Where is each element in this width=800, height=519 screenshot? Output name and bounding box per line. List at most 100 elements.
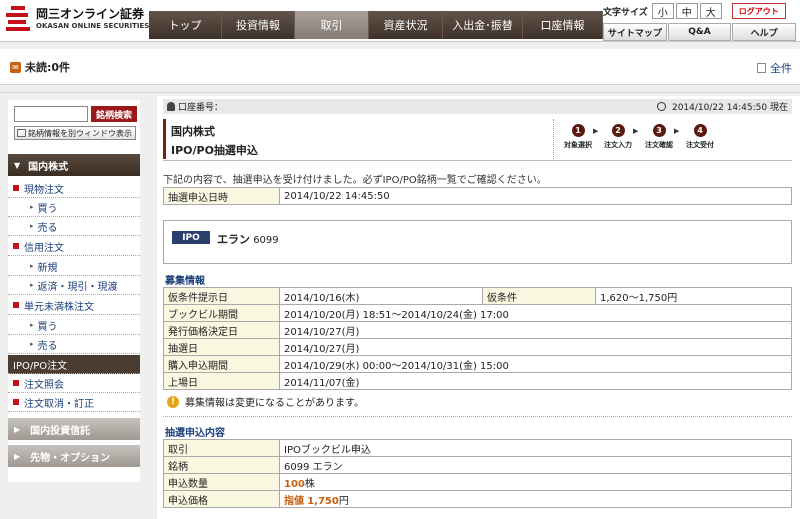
note-text: 募集情報は変更になることがあります。 xyxy=(185,398,364,409)
divider xyxy=(163,416,792,417)
triangle-right-icon: ▶ xyxy=(14,451,21,461)
quantity-unit: 株 xyxy=(304,478,315,490)
stock-search-input[interactable] xyxy=(14,106,88,122)
page-title-box: 国内株式 IPO/PO抽選申込 1 対象選択 ▶ 2 注文入力 ▶ 3 注文確認 ▶ … xyxy=(163,119,792,161)
nav-tab-assets[interactable]: 資産状況 xyxy=(369,11,443,39)
cell-label: 仮条件提示日 xyxy=(163,287,280,305)
arrow-right-icon: ▸ xyxy=(30,281,34,289)
sidebar-item-odd-lot-order[interactable]: 単元未満株注文 xyxy=(8,296,140,315)
sidebar-item-order-inquiry[interactable]: 注文照会 xyxy=(8,374,140,393)
price-kind: 指値 xyxy=(284,495,304,507)
nav-tab-investment-info[interactable]: 投資情報 xyxy=(222,11,295,39)
table-row: 銘柄 6099 エラン xyxy=(163,456,792,474)
sidebar-item-spot-order[interactable]: 現物注文 xyxy=(8,179,140,198)
cell-value: IPOブックビル申込 xyxy=(279,439,792,457)
divider xyxy=(0,92,800,93)
sidebar-item-label: 売る xyxy=(37,340,58,352)
cell-label: 申込数量 xyxy=(163,473,280,491)
logo-mark-icon xyxy=(6,6,30,32)
sidebar-item-margin-close[interactable]: ▸ 返済・現引・現渡 xyxy=(8,276,140,295)
sidebar-item-margin-order[interactable]: 信用注文 xyxy=(8,237,140,256)
offering-info-heading: 募集情報 xyxy=(165,276,205,287)
header-utilities: 文字サイズ 小 中 大 ログアウト サイトマップ Q&A ヘルプ xyxy=(603,3,797,41)
sidebar-item-spot-buy[interactable]: ▸ 買う xyxy=(8,198,140,217)
triangle-down-icon: ▼ xyxy=(14,160,21,170)
cell-value: 指値 1,750円 xyxy=(279,490,792,508)
qa-link[interactable]: Q&A xyxy=(667,23,732,41)
sitemap-link[interactable]: サイトマップ xyxy=(603,23,667,41)
apply-datetime-value: 2014/10/22 14:45:50 xyxy=(279,187,792,205)
quantity-value: 100 xyxy=(284,478,305,490)
sidebar-item-margin-new[interactable]: ▸ 新規 xyxy=(8,257,140,276)
stock-search-button[interactable]: 銘柄検索 xyxy=(91,106,137,122)
page-category: 国内株式 xyxy=(171,125,215,138)
sidebar-item-odd-lot-buy[interactable]: ▸ 買う xyxy=(8,316,140,335)
square-bullet-icon xyxy=(13,243,19,249)
table-row: 申込価格 指値 1,750円 xyxy=(163,490,792,508)
apply-datetime-label: 抽選申込日時 xyxy=(163,187,280,205)
sidebar-item-label: 新規 xyxy=(37,262,58,274)
sidebar-section-domestic-stock[interactable]: ▼ 国内株式 xyxy=(8,154,140,176)
square-bullet-icon xyxy=(13,380,19,386)
nav-tab-account-info[interactable]: 口座情報 xyxy=(523,11,603,39)
main-content: 口座番号： 2014/10/22 14:45:50 現在 国内株式 IPO/PO… xyxy=(157,96,800,519)
step-label: 注文確認 xyxy=(645,141,673,149)
font-size-medium-button[interactable]: 中 xyxy=(675,3,698,19)
nav-tab-top[interactable]: トップ xyxy=(149,11,222,39)
sidebar-item-ipo-po-order[interactable]: IPO/PO注文 xyxy=(8,355,140,374)
nav-tab-deposit-transfer[interactable]: 入出金･振替 xyxy=(443,11,523,39)
progress-steps: 1 対象選択 ▶ 2 注文入力 ▶ 3 注文確認 ▶ 4 注文受付 xyxy=(557,124,717,158)
warning-icon: ! xyxy=(167,395,179,408)
global-nav: トップ 投資情報 取引 資産状況 入出金･振替 口座情報 xyxy=(149,11,603,39)
cell-label: 発行価格決定日 xyxy=(163,321,280,339)
divider xyxy=(553,119,554,159)
logo[interactable]: 岡三オンライン証券 OKASAN ONLINE SECURITIES xyxy=(6,5,149,37)
timestamp: 2014/10/22 14:45:50 現在 xyxy=(671,103,788,113)
table-row: 上場日 2014/11/07(金) xyxy=(163,372,792,390)
cell-value: 100株 xyxy=(279,473,792,491)
open-in-window-label: 銘柄情報を別ウィンドウ表示 xyxy=(28,128,132,138)
unread-count: 未読:0件 xyxy=(25,61,71,74)
sidebar-item-label: 現物注文 xyxy=(24,184,64,196)
application-heading: 抽選申込内容 xyxy=(165,428,225,439)
sidebar-item-spot-sell[interactable]: ▸ 売る xyxy=(8,217,140,236)
open-in-window-button[interactable]: 銘柄情報を別ウィンドウ表示 xyxy=(14,126,136,140)
sidebar-item-odd-lot-sell[interactable]: ▸ 売る xyxy=(8,335,140,354)
offering-info-table: 仮条件提示日 2014/10/16(木) 仮条件 1,620～1,750円 ブッ… xyxy=(163,287,792,390)
arrow-right-icon: ▸ xyxy=(30,222,34,230)
step-accepted: 4 注文受付 xyxy=(679,124,721,150)
font-size-label: 文字サイズ xyxy=(603,7,648,18)
all-notices-link[interactable]: 全件 xyxy=(757,60,792,76)
font-size-large-button[interactable]: 大 xyxy=(699,3,722,19)
cell-value: 1,620～1,750円 xyxy=(595,287,792,305)
notice-bar: ✉ 未読:0件 全件 xyxy=(0,49,800,85)
sidebar-section-investment-trust[interactable]: ▶ 国内投資信託 xyxy=(8,418,140,440)
arrow-right-icon: ▸ xyxy=(30,203,34,211)
price-unit: 円 xyxy=(338,495,349,507)
table-row: 申込数量 100株 xyxy=(163,473,792,491)
table-row: 仮条件提示日 2014/10/16(木) 仮条件 1,620～1,750円 xyxy=(163,287,792,305)
cell-value: 2014/10/27(月) xyxy=(279,321,792,339)
sidebar-item-label: 買う xyxy=(37,203,58,215)
cell-value: 2014/10/29(水) 00:00～2014/10/31(金) 15:00 xyxy=(279,355,792,373)
stock-box: IPO エラン 6099 xyxy=(163,220,792,264)
font-size-small-button[interactable]: 小 xyxy=(651,3,674,19)
table-row: 発行価格決定日 2014/10/27(月) xyxy=(163,321,792,339)
stock-code: 6099 xyxy=(253,235,279,246)
unread-notice[interactable]: ✉ 未読:0件 xyxy=(10,59,70,75)
nav-tab-trade[interactable]: 取引 xyxy=(295,11,369,39)
person-icon xyxy=(167,102,175,111)
sidebar-section-futures-options[interactable]: ▶ 先物・オプション xyxy=(8,445,140,467)
sidebar-item-order-cancel[interactable]: 注文取消・訂正 xyxy=(8,393,140,412)
cell-value: 2014/10/16(木) xyxy=(279,287,483,305)
logout-button[interactable]: ログアウト xyxy=(731,3,786,19)
cell-label: 申込価格 xyxy=(163,490,280,508)
cell-label: 取引 xyxy=(163,439,280,457)
help-link[interactable]: ヘルプ xyxy=(732,23,797,41)
cell-value: 2014/10/27(月) xyxy=(279,338,792,356)
confirmation-message: 下記の内容で、抽選申込を受け付けました。必ずIPO/PO銘柄一覧でご確認ください… xyxy=(163,175,547,186)
table-row: 購入申込期間 2014/10/29(水) 00:00～2014/10/31(金)… xyxy=(163,355,792,373)
stock-name: エラン 6099 xyxy=(217,231,279,247)
apply-datetime-table: 抽選申込日時 2014/10/22 14:45:50 xyxy=(163,187,792,205)
section-label: 国内株式 xyxy=(28,161,69,173)
